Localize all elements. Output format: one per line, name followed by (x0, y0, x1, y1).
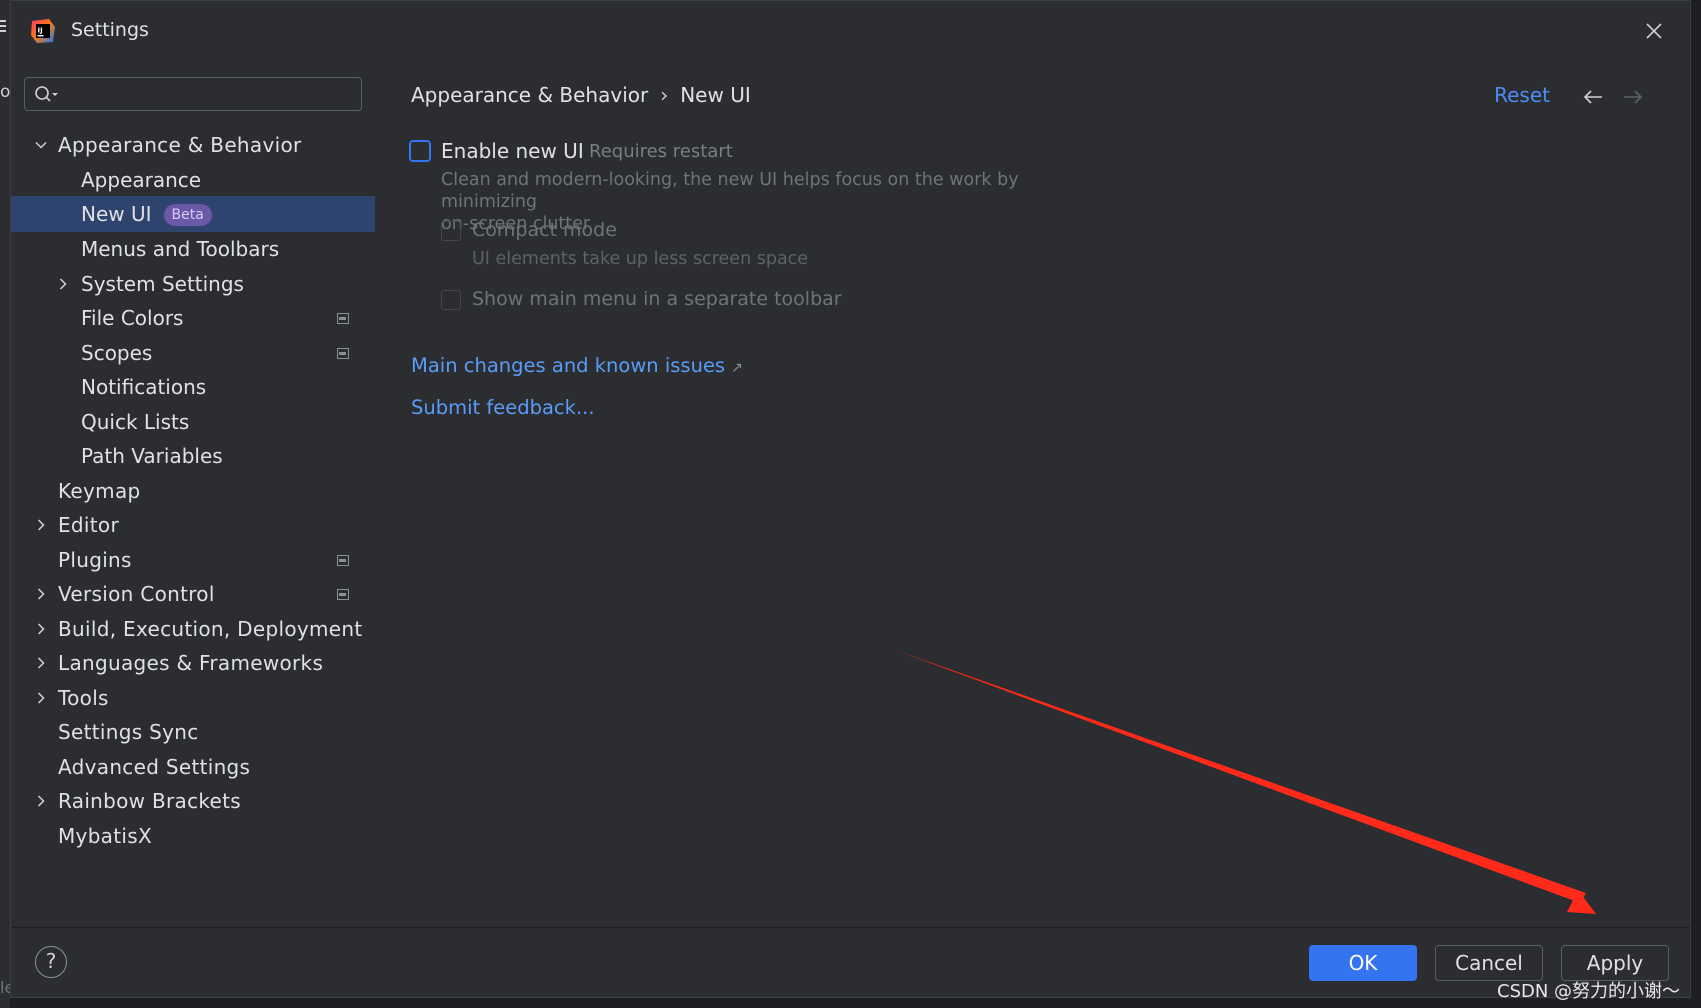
tree-item-plugins[interactable]: Plugins (11, 542, 375, 578)
tree-item-system-settings[interactable]: System Settings (11, 266, 375, 302)
main-changes-link[interactable]: Main changes and known issues ↗ (411, 354, 743, 377)
tree-item-label: Languages & Frameworks (58, 651, 324, 675)
project-level-icon (337, 555, 349, 566)
tree-item-menus-toolbars[interactable]: Menus and Toolbars (11, 231, 375, 267)
arrow-left-icon[interactable] (1582, 87, 1604, 107)
arrow-right-icon[interactable] (1622, 87, 1644, 107)
tree-item-appearance[interactable]: Appearance (11, 162, 375, 198)
tree-item-label: Appearance (81, 168, 202, 192)
tree-item-label: Notifications (81, 375, 207, 399)
tree-item-keymap[interactable]: Keymap (11, 473, 375, 509)
svg-text:IJ: IJ (38, 27, 43, 35)
enable-new-ui-checkbox[interactable] (409, 140, 431, 162)
apply-button[interactable]: Apply (1561, 945, 1669, 981)
tree-item-label: System Settings (81, 272, 244, 296)
intellij-logo-icon: IJ (31, 19, 55, 43)
tree-item-appearance-behavior[interactable]: Appearance & Behavior (11, 127, 375, 163)
hamburger-icon (0, 20, 6, 22)
chevron-down-icon[interactable] (35, 139, 47, 151)
tree-item-rainbow-brackets[interactable]: Rainbow Brackets (11, 783, 375, 819)
tree-item-advanced-settings[interactable]: Advanced Settings (11, 749, 375, 785)
tree-item-label: Advanced Settings (58, 755, 251, 779)
tree-item-file-colors[interactable]: File Colors (11, 300, 375, 336)
settings-search-input[interactable] (24, 77, 362, 111)
tree-item-label: MybatisX (58, 824, 152, 848)
submit-feedback-link[interactable]: Submit feedback... (411, 396, 595, 419)
chevron-right-icon[interactable] (35, 623, 47, 635)
breadcrumb-current: New UI (680, 83, 751, 107)
chevron-right-icon[interactable] (35, 795, 47, 807)
tree-item-editor[interactable]: Editor (11, 507, 375, 543)
chevron-right-icon[interactable] (35, 657, 47, 669)
tree-item-label: Scopes (81, 341, 153, 365)
settings-sidebar: Appearance & Behavior Appearance New UI B… (11, 61, 375, 927)
tree-item-settings-sync[interactable]: Settings Sync (11, 714, 375, 750)
tree-item-path-variables[interactable]: Path Variables (11, 438, 375, 474)
dialog-footer: ? OK Cancel Apply (11, 928, 1690, 998)
tree-item-label: Rainbow Brackets (58, 789, 242, 813)
window-title: Settings (71, 19, 149, 41)
tree-item-build-execution-deployment[interactable]: Build, Execution, Deployment (11, 611, 375, 647)
tree-item-scopes[interactable]: Scopes (11, 335, 375, 371)
tree-item-label: Editor (58, 513, 119, 537)
tree-item-label: Tools (58, 686, 109, 710)
beta-badge: Beta (163, 204, 212, 226)
background-window-edge: o le (0, 0, 14, 1008)
requires-restart-hint: Requires restart (589, 141, 733, 162)
tree-item-label-text: New UI (81, 202, 152, 226)
chevron-right-icon[interactable] (35, 519, 47, 531)
settings-content: Appearance & Behavior › New UI Reset Enabl… (375, 61, 1690, 927)
tree-item-label: Keymap (58, 479, 141, 503)
help-icon[interactable]: ? (35, 946, 67, 978)
tree-item-tools[interactable]: Tools (11, 680, 375, 716)
separate-toolbar-checkbox[interactable] (441, 290, 461, 310)
cancel-button[interactable]: Cancel (1435, 945, 1543, 981)
reset-link[interactable]: Reset (1494, 83, 1550, 107)
compact-mode-checkbox[interactable] (441, 221, 461, 241)
settings-dialog: IJ Settings Appearance & Behavior Appear… (10, 0, 1691, 998)
tree-item-label: Path Variables (81, 444, 223, 468)
csdn-watermark: CSDN @努力的小谢～ (1497, 981, 1681, 1002)
tree-item-label: New UI Beta (81, 196, 212, 232)
tree-item-label: Version Control (58, 582, 215, 606)
ok-button[interactable]: OK (1309, 945, 1417, 981)
close-icon[interactable] (1642, 19, 1666, 43)
title-bar: IJ Settings (11, 1, 1690, 61)
project-level-icon (337, 589, 349, 600)
tree-item-label: Quick Lists (81, 410, 190, 434)
tree-item-label: Appearance & Behavior (58, 133, 302, 157)
separate-toolbar-label: Show main menu in a separate toolbar (472, 288, 842, 310)
tree-item-quick-lists[interactable]: Quick Lists (11, 404, 375, 440)
tree-item-label: File Colors (81, 306, 184, 330)
search-icon (35, 86, 58, 102)
external-link-icon: ↗ (731, 360, 743, 376)
tree-item-label: Build, Execution, Deployment (58, 617, 363, 641)
chevron-right-icon[interactable] (35, 692, 47, 704)
tree-item-label: Plugins (58, 548, 132, 572)
chevron-right-icon[interactable] (35, 588, 47, 600)
main-changes-link-text: Main changes and known issues (411, 354, 726, 377)
tree-item-notifications[interactable]: Notifications (11, 369, 375, 405)
tree-item-languages-frameworks[interactable]: Languages & Frameworks (11, 645, 375, 681)
breadcrumb-parent[interactable]: Appearance & Behavior (411, 83, 648, 107)
chevron-right-icon[interactable] (57, 278, 69, 290)
breadcrumb: Appearance & Behavior › New UI (411, 83, 751, 107)
tree-item-mybatisx[interactable]: MybatisX (11, 818, 375, 854)
tree-item-version-control[interactable]: Version Control (11, 576, 375, 612)
description-line: Clean and modern-looking, the new UI hel… (441, 170, 1019, 212)
breadcrumb-separator: › (660, 83, 669, 107)
tree-item-new-ui[interactable]: New UI Beta (11, 196, 375, 232)
tree-item-label: Settings Sync (58, 720, 199, 744)
project-level-icon (337, 348, 349, 359)
enable-new-ui-label[interactable]: Enable new UI (441, 139, 584, 163)
tree-item-label: Menus and Toolbars (81, 237, 280, 261)
compact-mode-label: Compact mode (472, 219, 617, 241)
background-glyph: o (0, 82, 11, 102)
project-level-icon (337, 313, 349, 324)
compact-mode-hint: UI elements take up less screen space (472, 249, 809, 269)
